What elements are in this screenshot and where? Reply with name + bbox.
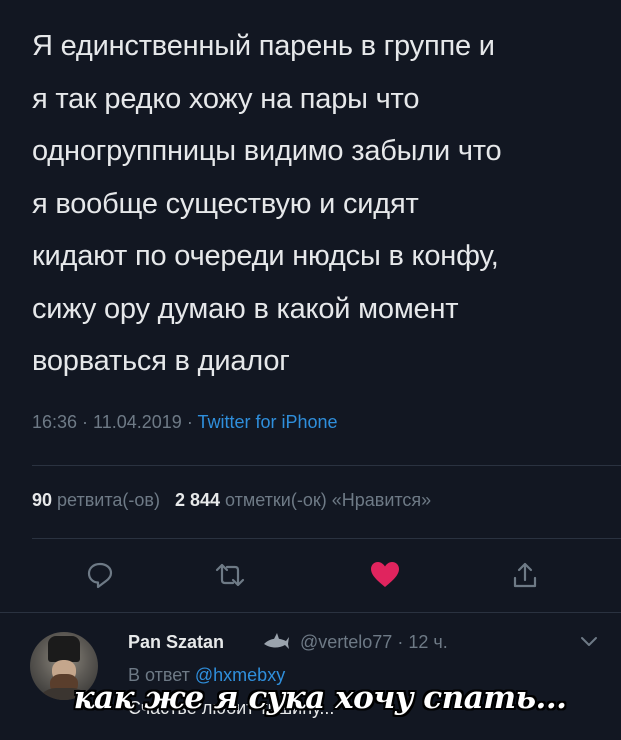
retweet-icon [215, 563, 245, 587]
heart-icon [371, 562, 399, 587]
tweet-line: я так редко хожу на пары что [32, 82, 420, 115]
tweet-line: я вообще существую и сидят [32, 187, 419, 220]
tweet-line: кидают по очереди нюдсы в конфу, [32, 240, 499, 272]
retweets-label[interactable]: ретвита(-ов) [57, 490, 160, 510]
like-button[interactable] [365, 555, 405, 595]
retweet-button[interactable] [210, 555, 250, 595]
tweet-line: ворваться в диалог [32, 345, 290, 377]
reply-handle-time: @vertelo77 · 12 ч. [300, 632, 448, 652]
tweet-stats: 90 ретвита(-ов) 2 844 отметки(-ок) «Нрав… [32, 490, 431, 511]
reply-author-name[interactable]: Pan Szatan [128, 632, 224, 653]
reply-icon [87, 562, 113, 589]
tweet-date: 11.04.2019 [93, 412, 182, 432]
retweets-count[interactable]: 90 [32, 490, 52, 510]
divider [0, 612, 621, 613]
likes-count[interactable]: 2 844 [175, 490, 220, 510]
likes-label[interactable]: отметки(-ок) «Нравится» [225, 490, 431, 510]
tweet-line: Я единственный парень в группе и [32, 30, 495, 62]
divider [32, 538, 621, 539]
share-button[interactable] [505, 555, 545, 595]
chevron-down-icon[interactable] [580, 636, 598, 648]
shark-emoji-icon [264, 633, 289, 649]
tweet-text: Я единственный парень в группе и я так р… [32, 20, 602, 388]
divider [32, 465, 621, 466]
tweet-source-link[interactable]: Twitter for iPhone [197, 412, 337, 432]
overlay-caption: как же я сука хочу спать... [73, 680, 567, 716]
tweet-line: одногруппницы видимо забыли что [32, 135, 502, 167]
tweet-meta: 16:36 · 11.04.2019 · Twitter for iPhone [32, 412, 338, 432]
share-icon [513, 562, 537, 588]
reply-button[interactable] [80, 555, 120, 595]
tweet-time: 16:36 [32, 412, 78, 432]
tweet-line: сижу ору думаю в какой момент [32, 292, 459, 325]
tweet-actions [0, 555, 621, 595]
